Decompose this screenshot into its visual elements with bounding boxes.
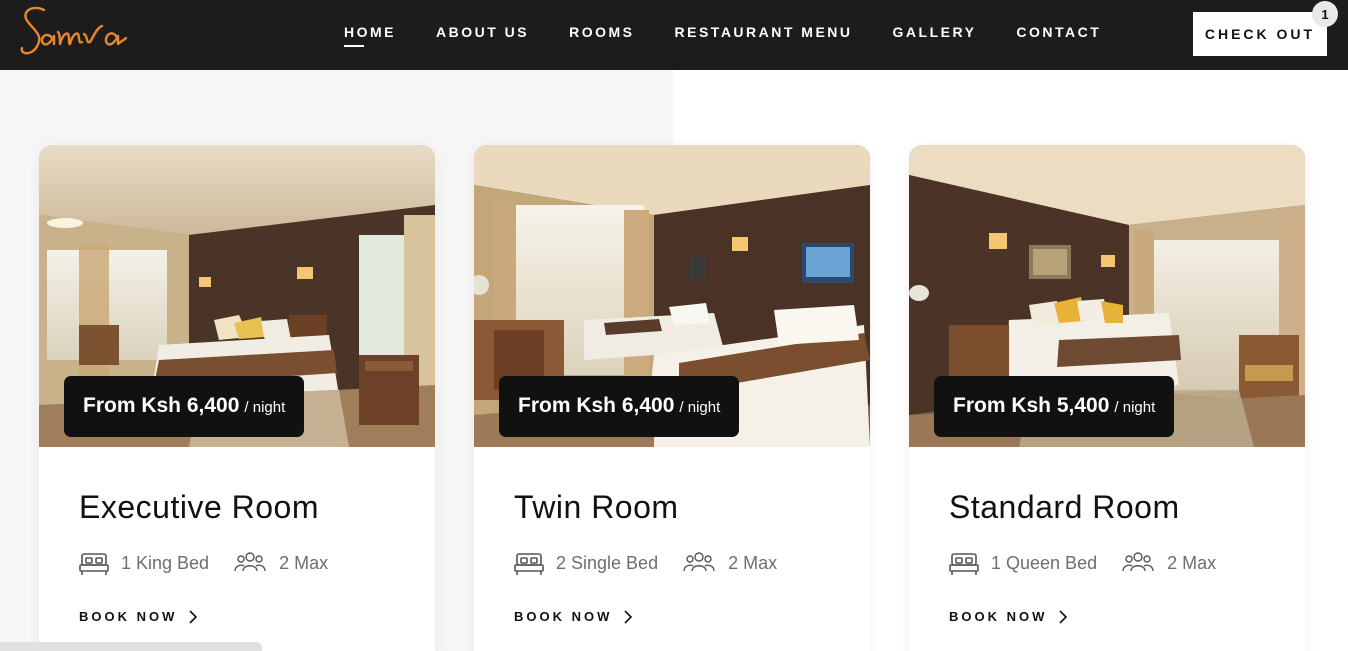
- room-photo[interactable]: From Ksh 6,400 / night: [39, 145, 435, 447]
- room-card-twin: From Ksh 6,400 / night Twin Room 2 Singl…: [474, 145, 870, 651]
- nav-item-rooms[interactable]: ROOMS: [569, 24, 634, 40]
- book-now-link[interactable]: BOOK NOW: [949, 609, 1069, 624]
- max-guests: 2 Max: [279, 552, 329, 573]
- bed-icon: [949, 549, 979, 577]
- book-now-label: BOOK NOW: [949, 609, 1048, 624]
- guests-icon: [1121, 549, 1155, 577]
- room-photo[interactable]: From Ksh 6,400 / night: [474, 145, 870, 447]
- room-title[interactable]: Executive Room: [79, 489, 319, 526]
- max-guests: 2 Max: [1167, 552, 1217, 573]
- price-unit: / night: [679, 399, 721, 416]
- browser-status-bar: [0, 642, 262, 651]
- room-photo[interactable]: From Ksh 5,400 / night: [909, 145, 1305, 447]
- nav-item-gallery[interactable]: GALLERY: [893, 24, 977, 40]
- nav-item-restaurant-menu[interactable]: RESTAURANT MENU: [675, 24, 853, 40]
- chevron-right-icon: [189, 609, 198, 624]
- price-tag: From Ksh 6,400 / night: [64, 376, 305, 437]
- room-specs: 1 King Bed 2 Max: [79, 549, 328, 577]
- book-now-label: BOOK NOW: [514, 609, 613, 624]
- cart-count-badge: 1: [1312, 1, 1338, 27]
- max-guests: 2 Max: [728, 552, 778, 573]
- bed-icon: [79, 549, 109, 577]
- room-specs: 2 Single Bed 2 Max: [514, 549, 777, 577]
- guests-icon: [233, 549, 267, 577]
- price-amount: From Ksh 5,400: [953, 394, 1110, 417]
- book-now-link[interactable]: BOOK NOW: [514, 609, 634, 624]
- room-title[interactable]: Twin Room: [514, 489, 679, 526]
- room-title[interactable]: Standard Room: [949, 489, 1180, 526]
- bed-icon: [514, 549, 544, 577]
- price-unit: / night: [244, 399, 286, 416]
- checkout-button[interactable]: CHECK OUT: [1193, 12, 1327, 56]
- bed-count: 1 King Bed: [121, 552, 210, 573]
- price-tag: From Ksh 6,400 / night: [499, 376, 740, 437]
- nav-item-contact[interactable]: CONTACT: [1016, 24, 1101, 40]
- nav-item-about-us[interactable]: ABOUT US: [436, 24, 529, 40]
- chevron-right-icon: [624, 609, 633, 624]
- price-unit: / night: [1114, 399, 1156, 416]
- bed-count: 2 Single Bed: [556, 552, 659, 573]
- price-amount: From Ksh 6,400: [83, 394, 240, 417]
- price-amount: From Ksh 6,400: [518, 394, 675, 417]
- nav-item-home[interactable]: HOME: [344, 24, 396, 47]
- room-specs: 1 Queen Bed 2 Max: [949, 549, 1216, 577]
- site-header: HOME ABOUT US ROOMS RESTAURANT MENU GALL…: [0, 0, 1348, 70]
- book-now-link[interactable]: BOOK NOW: [79, 609, 199, 624]
- book-now-label: BOOK NOW: [79, 609, 178, 624]
- room-card-executive: From Ksh 6,400 / night Executive Room 1 …: [39, 145, 435, 651]
- main-nav: HOME ABOUT US ROOMS RESTAURANT MENU GALL…: [344, 24, 1141, 47]
- chevron-right-icon: [1059, 609, 1068, 624]
- guests-icon: [682, 549, 716, 577]
- room-card-standard: From Ksh 5,400 / night Standard Room 1 Q…: [909, 145, 1305, 651]
- price-tag: From Ksh 5,400 / night: [934, 376, 1175, 437]
- samra-logo[interactable]: [18, 2, 130, 60]
- bed-count: 1 Queen Bed: [991, 552, 1098, 573]
